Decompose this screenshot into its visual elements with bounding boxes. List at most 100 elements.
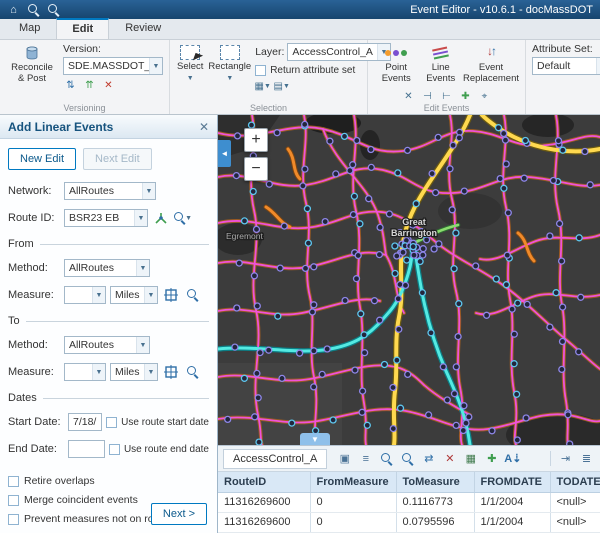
event-point	[503, 282, 509, 288]
col-fromdate[interactable]: FROMDATE	[474, 472, 550, 492]
prevent-measures-checkbox[interactable]	[8, 514, 19, 525]
clear-selection-icon[interactable]: ✕	[441, 450, 458, 467]
col-tomeasure[interactable]: ToMeasure	[396, 472, 474, 492]
collapse-grid-button[interactable]: ▼	[300, 433, 330, 445]
end-date-input[interactable]	[68, 440, 105, 458]
route-picker-icon[interactable]	[152, 210, 170, 226]
table-row[interactable]: 11316269600 0 0.1116773 1/1/2004 <null>	[218, 492, 600, 512]
from-measure-picker-icon[interactable]	[162, 287, 180, 303]
zoom-to-selection-icon[interactable]	[378, 450, 395, 467]
event-point	[377, 317, 383, 323]
app-title: Event Editor - v10.6.1 - docMassDOT	[410, 4, 593, 16]
from-measure-select[interactable]: ▼	[64, 286, 106, 304]
route-id-select[interactable]: BSR23 EB ▼	[64, 209, 148, 227]
close-icon[interactable]: ✕	[199, 120, 209, 134]
col-routeid[interactable]: RouteID	[218, 472, 310, 492]
return-attribute-set-checkbox[interactable]	[255, 65, 266, 76]
trim-event-icon[interactable]: ⊣	[420, 90, 435, 104]
sort-icon[interactable]: A⇣	[504, 450, 521, 467]
show-all-records-icon[interactable]: ≡	[357, 450, 374, 467]
tab-edit[interactable]: Edit	[56, 18, 109, 40]
home-icon[interactable]: ⌂	[7, 3, 20, 16]
map-canvas[interactable]: Egremont Great Barrington	[218, 115, 600, 445]
chevron-down-icon: ▼	[136, 260, 149, 276]
show-selected-icon[interactable]: ▣	[336, 450, 353, 467]
event-point	[547, 233, 553, 239]
ribbon-group-edit-events: Point Events Line Events ↓↑ Event Replac…	[368, 40, 526, 114]
event-point	[305, 240, 311, 246]
grid-layer-tab[interactable]: AccessControl_A	[223, 449, 327, 469]
start-date-input[interactable]: 7/18/	[68, 413, 102, 431]
merge-coincident-events-checkbox[interactable]	[8, 495, 19, 506]
add-record-icon[interactable]: ✚	[483, 450, 500, 467]
network-label: Network:	[8, 185, 60, 197]
delete-version-icon[interactable]: ✕	[101, 78, 116, 92]
selection-options-icon[interactable]: ▦▼	[255, 79, 270, 93]
from-zoom-icon[interactable]	[184, 287, 202, 303]
zoom-to-route-icon[interactable]: ▼	[174, 210, 192, 226]
event-point	[453, 364, 459, 370]
line-events-icon	[432, 44, 450, 63]
event-point	[460, 428, 466, 434]
to-unit-select[interactable]: Miles ▼	[110, 363, 158, 381]
event-point	[587, 182, 593, 188]
zoom-out-icon[interactable]	[47, 3, 60, 16]
collapse-panel-left-button[interactable]: ◄	[218, 140, 231, 167]
to-method-select[interactable]: AllRoutes ▼	[64, 336, 150, 354]
new-edit-button[interactable]: New Edit	[8, 148, 76, 170]
rectangle-tool-button[interactable]: Rectangle ▼	[207, 43, 252, 93]
network-select[interactable]: AllRoutes ▼	[64, 182, 156, 200]
event-point	[484, 312, 490, 318]
next-edit-button[interactable]: Next Edit	[83, 148, 152, 170]
reconcile-icon[interactable]: ⇅	[63, 78, 78, 92]
move-last-icon[interactable]: ⇥	[557, 450, 574, 467]
event-point	[350, 162, 356, 168]
event-point	[311, 348, 317, 354]
event-replacement-button[interactable]: ↓↑ Event Replacement	[463, 43, 519, 87]
select-tool-button[interactable]: Select ▼	[176, 43, 204, 93]
locate-event-icon[interactable]: ⌖	[477, 90, 492, 104]
event-point	[330, 417, 336, 423]
col-todate[interactable]: TODATE	[550, 472, 600, 492]
extend-event-icon[interactable]: ⊢	[439, 90, 454, 104]
delete-event-icon[interactable]: ✕	[401, 90, 416, 104]
to-measure-select[interactable]: ▼	[64, 363, 106, 381]
map-zoom-out-button[interactable]: −	[244, 157, 268, 181]
col-frommeasure[interactable]: FromMeasure	[310, 472, 396, 492]
retire-overlaps-checkbox[interactable]	[8, 476, 19, 487]
point-events-button[interactable]: Point Events	[374, 43, 418, 87]
selectable-layers-icon[interactable]: ▤▼	[274, 79, 289, 93]
table-row[interactable]: 11316269600 0 0.0795596 1/1/2004 <null>	[218, 512, 600, 532]
tab-review[interactable]: Review	[109, 18, 177, 39]
to-measure-picker-icon[interactable]	[162, 364, 180, 380]
from-unit-select[interactable]: Miles ▼	[110, 286, 158, 304]
grid-menu-icon[interactable]: ≣	[578, 450, 595, 467]
ribbon-group-attribute-set: Attribute Set: Default ▼ ✎	[526, 40, 600, 114]
event-point	[509, 306, 515, 312]
next-button[interactable]: Next >	[151, 503, 207, 525]
reconcile-post-button[interactable]: Reconcile & Post	[6, 43, 58, 92]
map-view[interactable]: Egremont Great Barrington ◄ + − ▼	[218, 115, 600, 445]
event-point	[514, 391, 520, 397]
switch-selection-icon[interactable]: ⇄	[420, 450, 437, 467]
post-icon[interactable]: ⇈	[82, 78, 97, 92]
event-point	[403, 282, 409, 288]
event-point	[524, 301, 530, 307]
version-select[interactable]: SDE.MASSDOT_editor1 ▼	[63, 57, 163, 75]
use-route-end-date-checkbox[interactable]	[109, 444, 120, 455]
pan-to-selection-icon[interactable]	[399, 450, 416, 467]
zoom-in-icon[interactable]	[27, 3, 40, 16]
chevron-down-icon: ▼	[144, 287, 157, 303]
use-route-start-date-checkbox[interactable]	[106, 417, 117, 428]
to-zoom-icon[interactable]	[184, 364, 202, 380]
attribute-set-select[interactable]: Default ▼	[532, 57, 600, 75]
from-method-select[interactable]: AllRoutes ▼	[64, 259, 150, 277]
add-event-icon[interactable]: ✚	[458, 90, 473, 104]
map-zoom-in-button[interactable]: +	[244, 128, 268, 152]
event-point	[342, 298, 348, 304]
line-events-button[interactable]: Line Events	[420, 43, 461, 87]
open-table-icon[interactable]: ▦	[462, 450, 479, 467]
event-point	[557, 221, 563, 227]
event-point	[377, 224, 383, 230]
tab-map[interactable]: Map	[3, 18, 56, 39]
